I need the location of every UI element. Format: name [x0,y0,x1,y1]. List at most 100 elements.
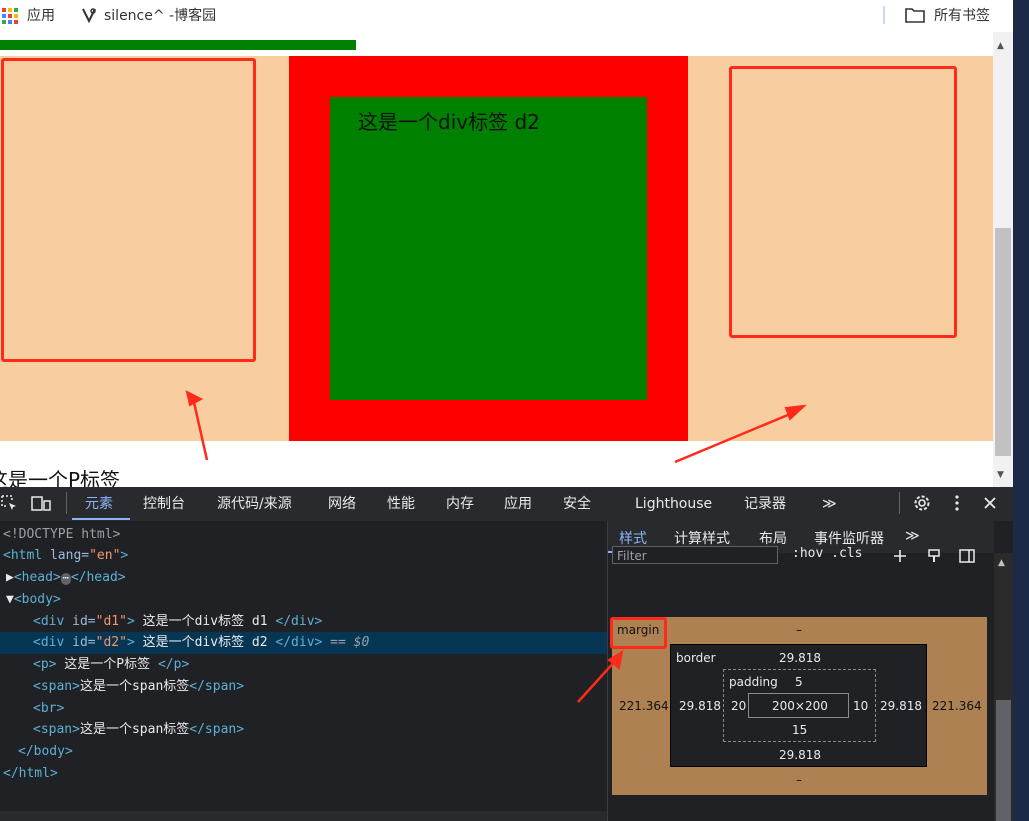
adjacent-window-edge [1013,0,1029,821]
tab-application[interactable]: 应用 [504,494,532,514]
tab-lighthouse[interactable]: Lighthouse [635,494,712,514]
html-open-tag: <html [3,548,50,563]
styles-scrollbar-thumb[interactable] [996,700,1011,821]
tree-line-div-d2-selected[interactable]: <div id="d2"> 这是一个div标签 d2 </div> == $0 [0,632,607,654]
active-tab-indicator [72,518,130,520]
hov-cls-toggles[interactable]: :hov .cls [792,546,862,561]
div-d2-attr: id= [72,635,96,650]
span-1-close-tag: </span> [189,679,245,694]
scroll-up-icon[interactable]: ▲ [997,41,1004,51]
toggle-sidebar-icon[interactable] [958,548,976,564]
tab-console[interactable]: 控制台 [143,494,185,514]
tab-layout[interactable]: 布局 [759,528,787,548]
border-bottom-value[interactable]: 29.818 [779,748,821,762]
padding-label: padding [729,675,778,689]
br-tag: <br> [33,701,65,716]
border-top-value[interactable]: 29.818 [779,651,821,665]
padding-top-value[interactable]: 5 [795,675,803,689]
apps-bookmark[interactable]: 应用 [27,6,55,26]
bookmarks-divider [883,6,885,24]
margin-bottom-value[interactable]: – [796,773,802,787]
margin-right-value[interactable]: 221.364 [932,699,982,713]
div-d2-attr-value: "d2" [95,635,127,650]
tab-performance[interactable]: 性能 [387,494,415,514]
apps-grid-icon[interactable] [2,8,18,24]
right-more-tabs-icon[interactable]: ≫ [905,528,920,544]
page-viewport: 这是一个div标签 d2 这是一个P标签 [0,32,993,487]
padding-left-value[interactable]: 20 [731,699,746,713]
paint-icon[interactable] [926,548,942,564]
span-1-open-tag: <span> [33,679,80,694]
div-d2-content[interactable] [330,97,647,400]
tab-computed[interactable]: 计算样式 [674,528,730,548]
collapse-arrow-icon[interactable]: ▼ [6,592,14,607]
kebab-menu-icon[interactable] [950,494,964,512]
device-toggle-icon[interactable] [30,494,52,512]
tree-line-html[interactable]: <html lang="en"> [3,545,610,567]
div-d1-attr: id= [72,614,96,629]
html-attr-value: "en" [89,548,121,563]
div-d1-open-tag: <div [33,614,73,629]
site-logo-icon [82,8,96,24]
p-close-tag: </p> [157,657,190,672]
div-d1-attr-value: "d1" [95,614,127,629]
tree-line-body-close[interactable]: </body> [18,741,625,763]
tab-elements[interactable]: 元素 [85,494,113,514]
site-bookmark[interactable]: silence^ -博客园 [104,6,216,26]
content-size-value[interactable]: 200×200 [772,699,828,713]
selected-ref: == $0 [322,635,370,650]
tab-event-listeners[interactable]: 事件监听器 [814,528,884,548]
styles-scroll-up-icon[interactable]: ▲ [998,558,1005,568]
tree-line-doctype[interactable]: <!DOCTYPE html> [3,524,610,546]
tree-line-span-1[interactable]: <span>这是一个span标签</span> [33,676,640,698]
p-open-tag: <p> [33,657,57,672]
tree-line-span-2[interactable]: <span>这是一个span标签</span> [33,719,640,741]
page-scrollbar-thumb[interactable] [995,228,1011,456]
more-tabs-icon[interactable]: ≫ [822,494,837,514]
tab-network[interactable]: 网络 [328,494,356,514]
border-left-value[interactable]: 29.818 [679,699,721,713]
elements-tree: <!DOCTYPE html> <html lang="en"> ▶<head>… [0,521,607,811]
tree-line-head[interactable]: ▶<head> ⋯ </head> [6,567,613,589]
div-d2-text: 这是一个div标签 d2 [134,635,276,650]
folder-icon [905,8,925,23]
new-rule-icon[interactable] [892,548,908,564]
tree-line-body[interactable]: ▼<body> [6,589,613,611]
tree-line-div-d1[interactable]: <div id="d1"> 这是一个div标签 d1 </div> [33,611,640,633]
padding-bottom-value[interactable]: 15 [792,723,807,737]
tab-memory[interactable]: 内存 [446,494,474,514]
tab-recorder[interactable]: 记录器 [744,494,786,514]
tab-styles[interactable]: 样式 [619,528,647,548]
left-margin-annotation [1,58,256,362]
toolbar-divider-right [899,492,900,514]
div-d1-open-close: > [126,614,135,629]
close-icon[interactable] [983,496,997,510]
styles-filter-input[interactable]: Filter [612,546,778,564]
html-open-tag-close: > [120,548,129,563]
p-text-node: 这是一个P标签 [56,657,158,672]
inspect-icon[interactable] [0,494,18,512]
right-margin-annotation [729,66,957,338]
border-right-value[interactable]: 29.818 [880,699,922,713]
gear-icon[interactable] [913,494,931,512]
margin-top-value[interactable]: – [796,623,802,637]
tab-security[interactable]: 安全 [563,494,591,514]
margin-left-value[interactable]: 221.364 [619,699,669,713]
div-d2-text: 这是一个div标签 d2 [358,110,540,134]
tree-line-br[interactable]: <br> [33,698,640,720]
expand-arrow-icon[interactable]: ▶ [6,570,14,585]
tree-line-p[interactable]: <p> 这是一个P标签 </p> [33,654,640,676]
bookmarks-bar: 应用 silence^ -博客园 所有书签 [0,0,1029,32]
scroll-down-icon[interactable]: ▼ [997,470,1004,480]
all-bookmarks[interactable]: 所有书签 [934,6,990,26]
span-1-text: 这是一个span标签 [79,679,190,694]
border-label: border [676,651,716,665]
div-d1-close-tag: </div> [275,614,323,629]
collapsed-ellipsis-icon[interactable]: ⋯ [60,573,71,585]
tab-sources[interactable]: 源代码/来源 [217,494,292,514]
div-d2-open-close: > [126,635,135,650]
span-2-open-tag: <span> [33,722,80,737]
elements-breadcrumb[interactable] [0,811,607,821]
tree-line-html-close[interactable]: </html> [3,763,610,785]
padding-right-value[interactable]: 10 [853,699,868,713]
